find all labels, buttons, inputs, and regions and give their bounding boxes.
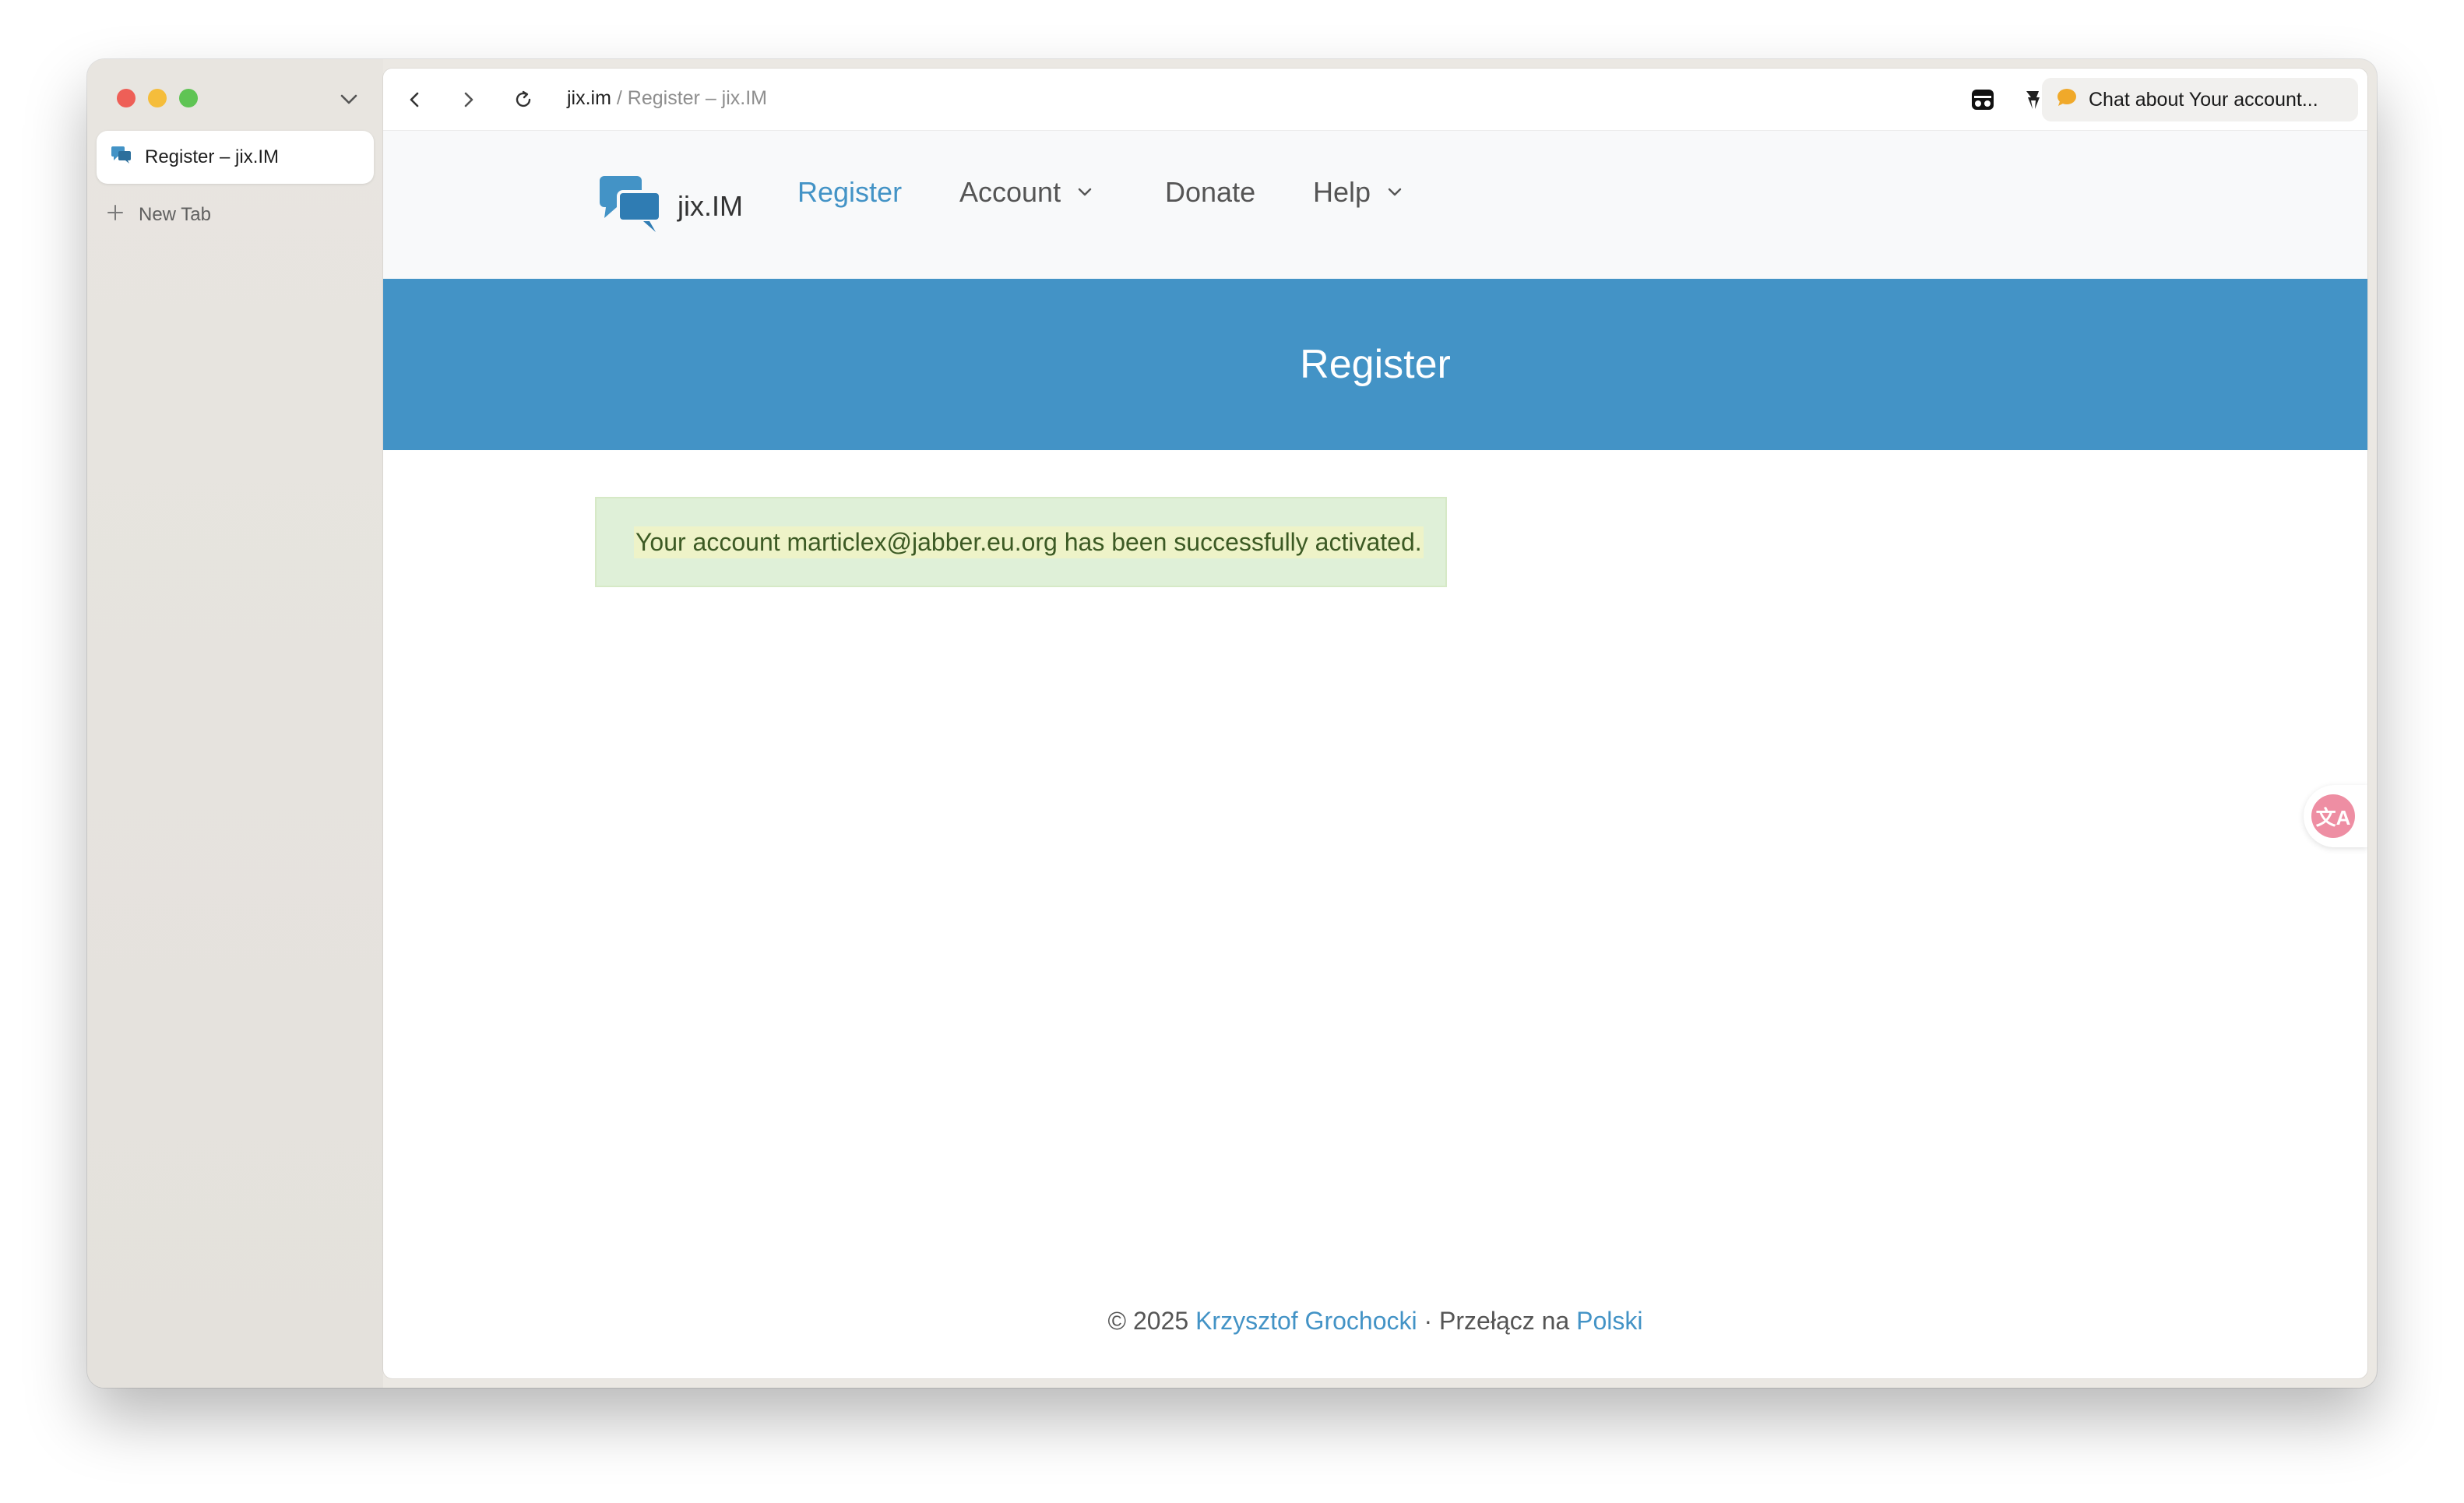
plus-icon	[106, 203, 125, 227]
reload-icon	[516, 90, 531, 107]
nav-account[interactable]: Account	[959, 176, 1095, 209]
nav-account-label: Account	[959, 176, 1061, 208]
zoom-window-button[interactable]	[179, 89, 198, 107]
window-controls	[117, 89, 198, 107]
footer-copyright: © 2025	[1107, 1307, 1196, 1335]
chat-about-page-button[interactable]: Chat about Your account...	[2042, 78, 2358, 121]
new-tab-button[interactable]: New Tab	[106, 193, 211, 237]
tab-label: Register – jix.IM	[145, 146, 280, 167]
browser-content: jix.im / Register – jix.IM Chat about Yo…	[383, 69, 2367, 1378]
url-domain: jix.im	[567, 87, 611, 109]
footer-switch-text: · Przełącz na	[1417, 1307, 1577, 1335]
tab-register[interactable]: Register – jix.IM	[97, 131, 374, 184]
jix-logo-icon	[598, 174, 664, 238]
page-title: Register	[1300, 342, 1451, 387]
chat-button-label: Chat about Your account...	[2089, 88, 2318, 111]
page-header-banner: Register	[383, 279, 2367, 450]
chat-bubbles-icon	[111, 145, 132, 171]
back-button[interactable]	[399, 84, 430, 115]
nav-donate-label: Donate	[1165, 176, 1256, 208]
reload-button[interactable]	[508, 84, 539, 115]
url-page-title: Register – jix.IM	[627, 87, 767, 109]
browser-window: Register – jix.IM New Tab jix.im / Regis…	[87, 59, 2377, 1388]
browser-toolbar: jix.im / Register – jix.IM Chat about Yo…	[383, 69, 2367, 131]
site-brand[interactable]: jix.IM	[598, 174, 743, 238]
minimize-window-button[interactable]	[148, 89, 167, 107]
nav-register[interactable]: Register	[797, 176, 902, 209]
nav-help[interactable]: Help	[1313, 176, 1405, 209]
browser-sidebar: Register – jix.IM New Tab	[87, 59, 383, 1388]
nav-help-label: Help	[1313, 176, 1371, 208]
footer-author-link[interactable]: Krzysztof Grochocki	[1195, 1307, 1417, 1335]
site-footer: © 2025 Krzysztof Grochocki · Przełącz na…	[383, 1307, 2367, 1336]
new-tab-label: New Tab	[139, 204, 211, 225]
chevron-down-icon	[1388, 188, 1402, 196]
nav-register-label: Register	[797, 176, 903, 208]
forward-button[interactable]	[453, 84, 484, 115]
nav-donate[interactable]: Donate	[1165, 176, 1255, 209]
success-alert: Your account marticlex@jabber.eu.org has…	[595, 497, 1447, 587]
chat-bubble-icon	[2056, 87, 2078, 113]
chevron-right-icon	[464, 92, 473, 107]
translate-button[interactable]: 文A	[2304, 785, 2367, 847]
url-separator: /	[611, 87, 628, 109]
success-alert-message: Your account marticlex@jabber.eu.org has…	[634, 526, 1424, 558]
address-bar[interactable]: jix.im / Register – jix.IM	[567, 87, 767, 110]
translate-icon: 文A	[2311, 794, 2355, 838]
close-window-button[interactable]	[117, 89, 136, 107]
brand-name: jix.IM	[678, 189, 743, 222]
incognito-extension-icon[interactable]	[1969, 86, 1997, 114]
chevron-left-icon	[410, 92, 419, 107]
chevron-down-icon[interactable]	[335, 86, 363, 114]
footer-language-link[interactable]: Polski	[1576, 1307, 1642, 1335]
chevron-down-icon	[1078, 188, 1092, 196]
site-navbar: jix.IM Register Account Donate Help	[383, 131, 2367, 279]
